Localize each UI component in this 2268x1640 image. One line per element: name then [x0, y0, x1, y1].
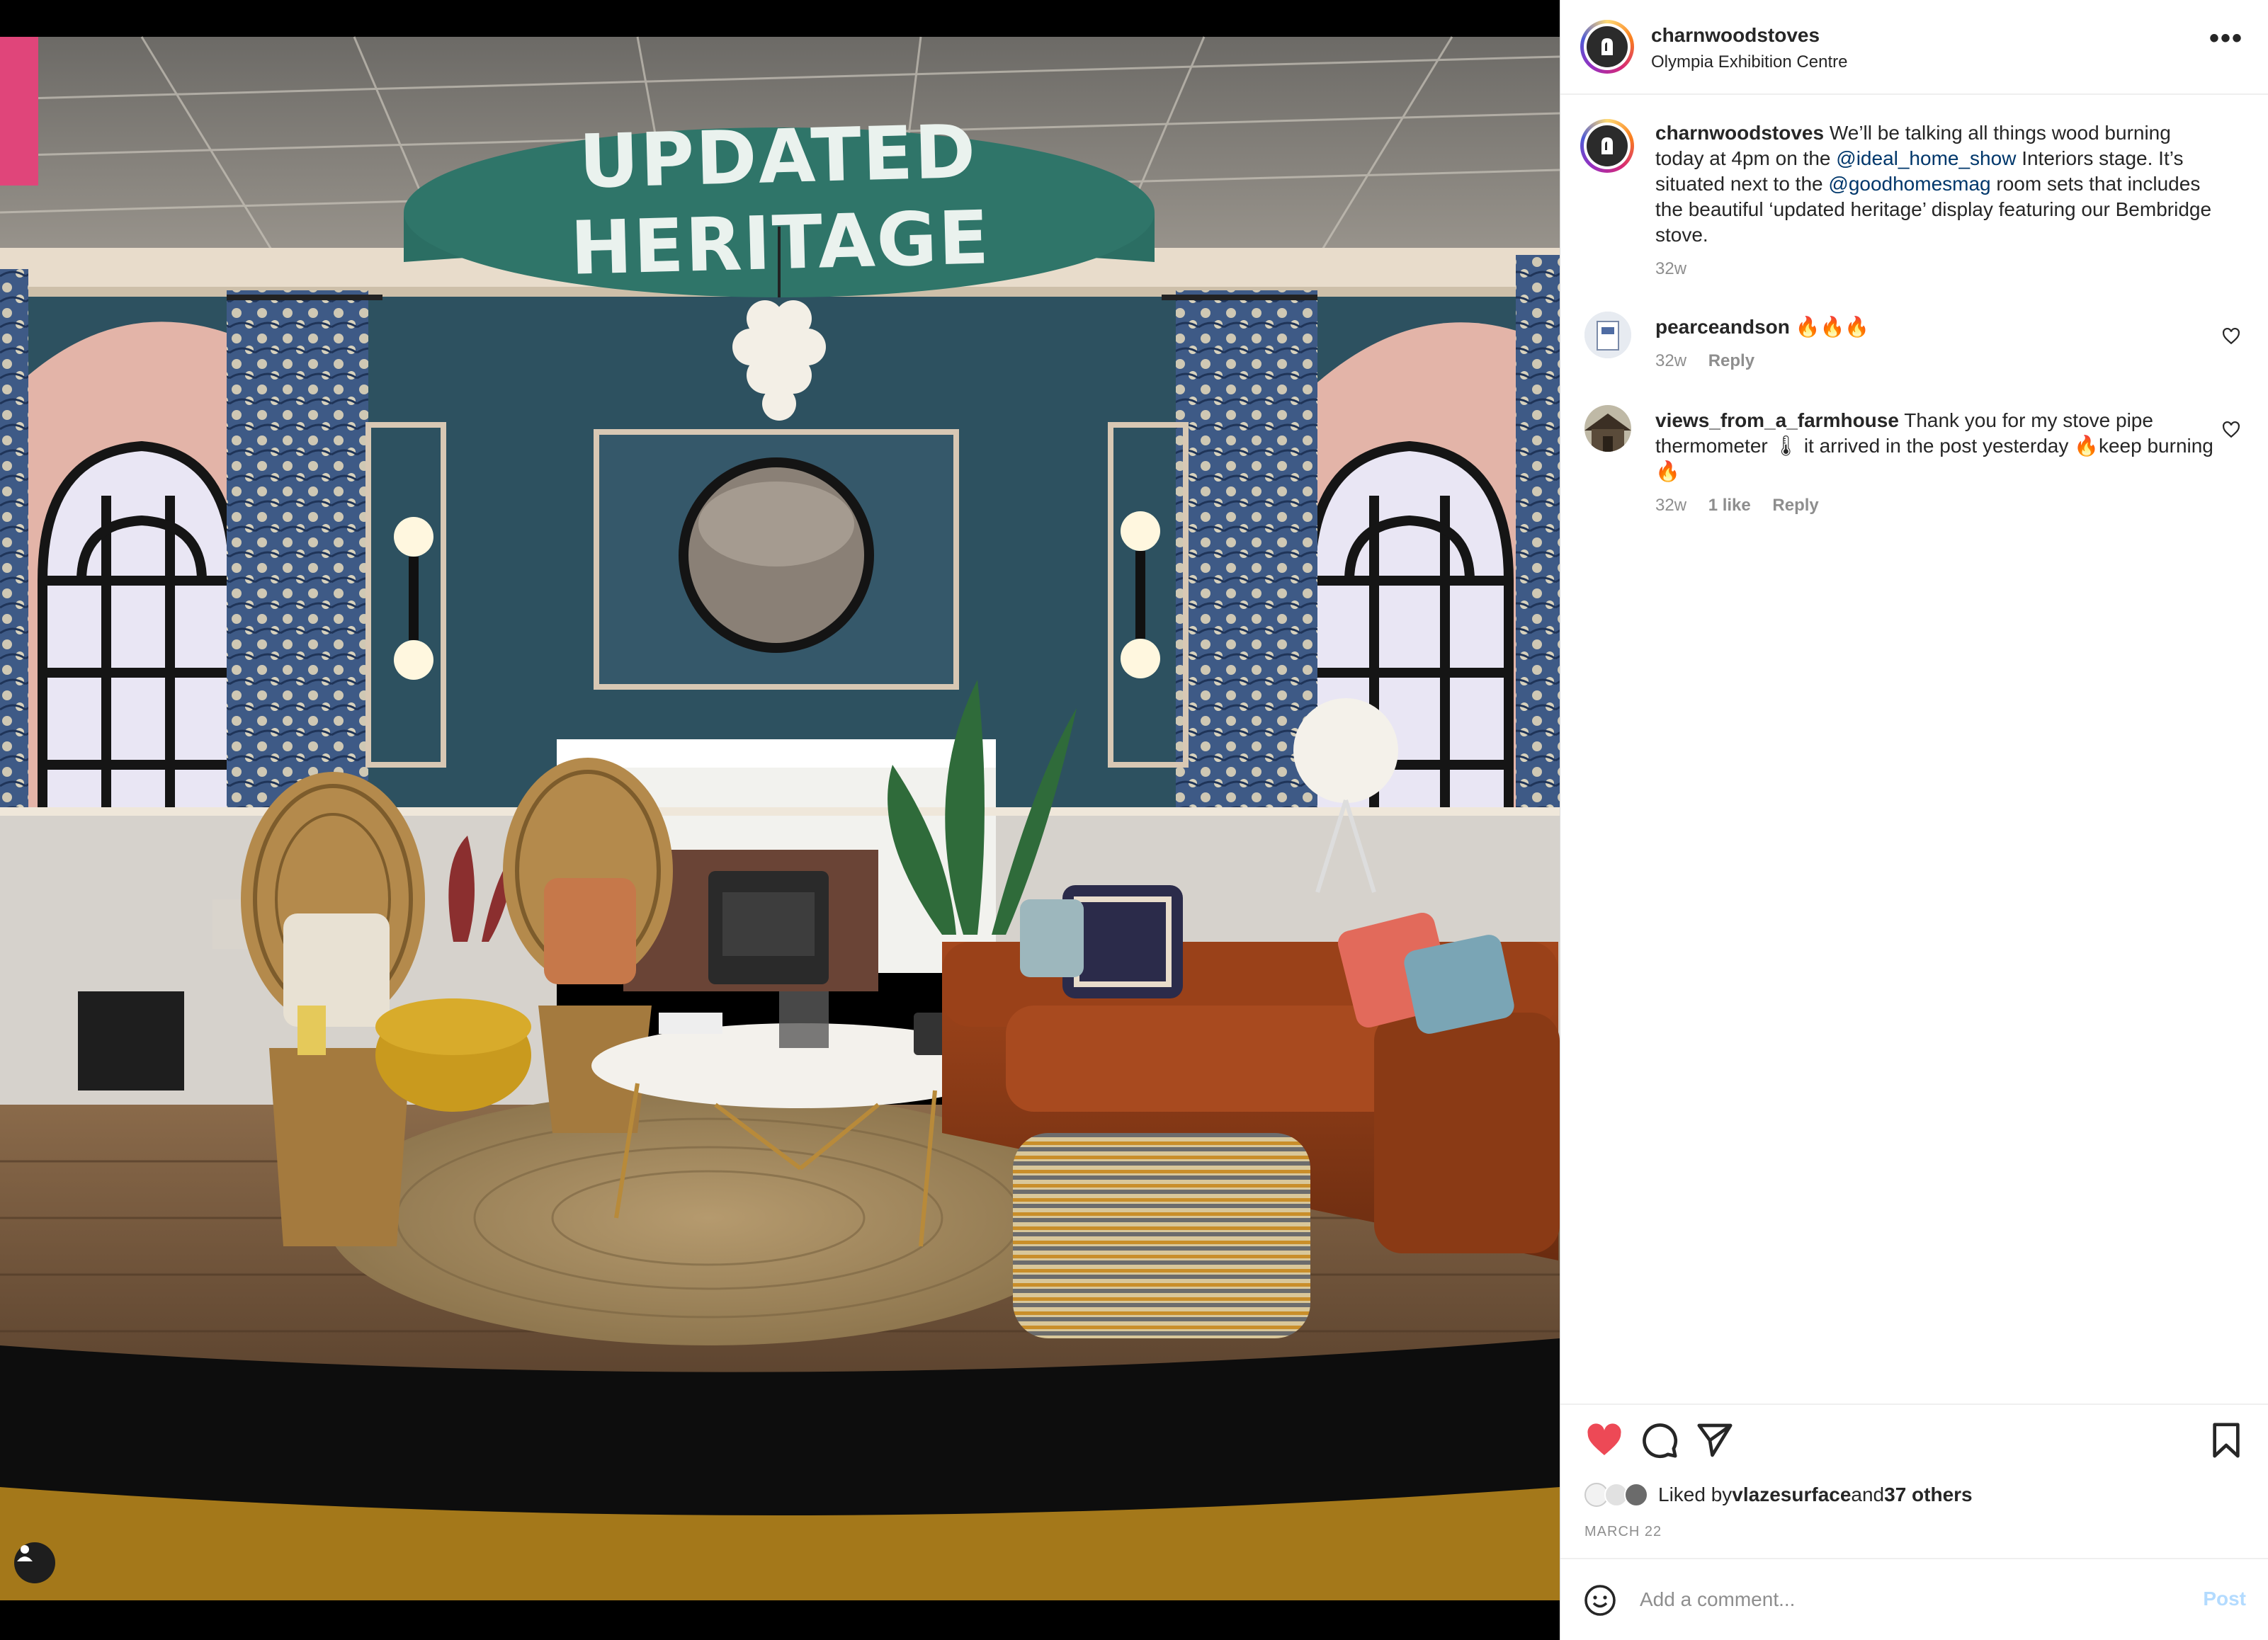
heart-icon[interactable]: [2222, 421, 2240, 439]
emoji-icon[interactable]: [1583, 1583, 1617, 1617]
caption-meta: 32w: [1655, 259, 1703, 279]
liker-avatar[interactable]: [1624, 1483, 1648, 1507]
mention-goodhomesmag[interactable]: @goodhomesmag: [1828, 173, 1990, 195]
commenter-avatar[interactable]: [1584, 312, 1631, 358]
post-button[interactable]: Post: [2203, 1588, 2246, 1610]
comment-username[interactable]: views_from_a_farmhouse: [1655, 409, 1899, 431]
post-header: charnwoodstoves Olympia Exhibition Centr…: [1560, 0, 2268, 95]
author-username[interactable]: charnwoodstoves: [1651, 24, 1820, 47]
commenter-avatar[interactable]: [1584, 405, 1631, 452]
comment-time[interactable]: 32w: [1655, 496, 1686, 515]
author-avatar[interactable]: [1580, 20, 1634, 74]
comment-text: views_from_a_farmhouse Thank you for my …: [1655, 408, 2222, 484]
bookmark-icon[interactable]: [2206, 1420, 2246, 1460]
stove-logo-icon: [1601, 38, 1613, 55]
heart-icon[interactable]: [2222, 327, 2240, 346]
comment-text: pearceandson 🔥🔥🔥: [1655, 314, 2222, 340]
likes-summary: Liked by vlazesurface and 37 others: [1584, 1483, 1973, 1507]
comment-time[interactable]: 32w: [1655, 351, 1686, 370]
likes-user[interactable]: vlazesurface: [1732, 1484, 1851, 1506]
caption-time[interactable]: 32w: [1655, 259, 1686, 278]
post-actions: Liked by vlazesurface and 37 others MARC…: [1560, 1403, 2268, 1558]
post-details-panel: charnwoodstoves Olympia Exhibition Centr…: [1560, 0, 2268, 1640]
post-date[interactable]: MARCH 22: [1584, 1524, 1662, 1540]
user-tag-icon[interactable]: [14, 1542, 55, 1583]
comment-icon[interactable]: [1640, 1420, 1679, 1460]
reply-button[interactable]: Reply: [1772, 496, 1818, 515]
reply-button[interactable]: Reply: [1708, 351, 1754, 370]
likes-others[interactable]: 37 others: [1884, 1484, 1973, 1506]
stove-logo-icon: [1601, 137, 1613, 154]
comment-meta: 32w Reply: [1655, 351, 1771, 371]
caption-username[interactable]: charnwoodstoves: [1655, 122, 1824, 144]
more-options-icon[interactable]: •••: [2209, 24, 2243, 52]
post-photo[interactable]: UPDATED HERITAGE: [0, 0, 1560, 1640]
comment-username[interactable]: pearceandson: [1655, 316, 1790, 338]
share-icon[interactable]: [1695, 1420, 1735, 1460]
caption-text: charnwoodstoves We’ll be talking all thi…: [1655, 120, 2222, 248]
likes-prefix: Liked by: [1658, 1484, 1733, 1505]
caption-avatar[interactable]: [1580, 119, 1634, 173]
comment-meta: 32w 1 like Reply: [1655, 496, 1836, 516]
sign-text: UPDATED HERITAGE: [569, 108, 992, 292]
add-comment-bar: Post: [1560, 1558, 2268, 1640]
heart-icon[interactable]: [1584, 1420, 1624, 1460]
likes-middle: and: [1851, 1484, 1885, 1505]
comment-body: 🔥🔥🔥: [1789, 316, 1870, 338]
comment-input[interactable]: [1638, 1583, 2165, 1616]
post-location[interactable]: Olympia Exhibition Centre: [1651, 52, 1847, 72]
mention-ideal-home-show[interactable]: @ideal_home_show: [1836, 147, 2016, 169]
comment-like-count[interactable]: 1 like: [1708, 496, 1751, 515]
